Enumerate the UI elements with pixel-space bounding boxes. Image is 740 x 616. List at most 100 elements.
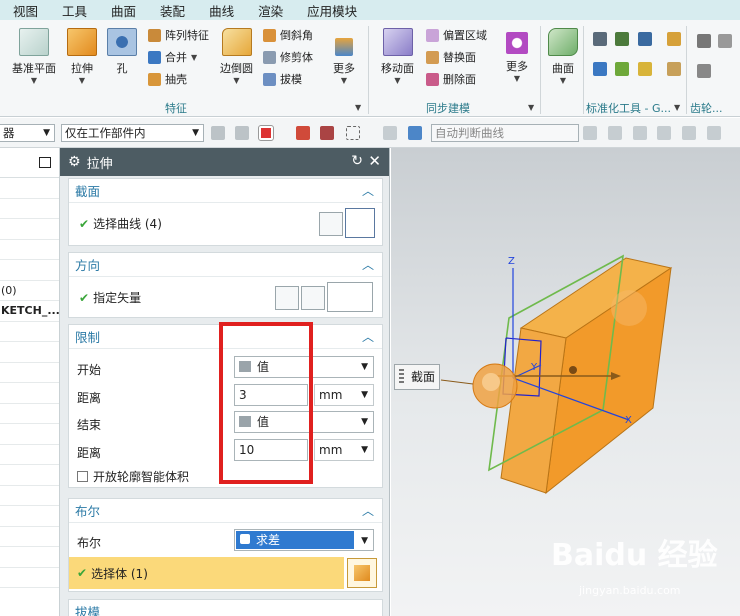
graphics-viewport[interactable]: Z Y X 截面 Baidu 经验 jingyan.baidu.com — [391, 148, 740, 616]
maximize-icon[interactable] — [39, 157, 51, 168]
menu-applications[interactable]: 应用模块 — [294, 1, 368, 20]
std-tool-icon[interactable] — [615, 32, 629, 46]
gear-tool-icon[interactable] — [697, 34, 711, 48]
navigator-row[interactable] — [0, 240, 59, 260]
snap-icon[interactable] — [211, 126, 225, 140]
curve-select-button[interactable] — [345, 208, 375, 238]
offset-region-button[interactable]: 偏置区域 — [426, 26, 487, 44]
trim-body-button[interactable]: 修剪体 — [263, 48, 313, 66]
open-profile-checkbox[interactable] — [77, 471, 88, 482]
snap-icon[interactable] — [633, 126, 647, 140]
surface-button[interactable]: 曲面 ▼ — [548, 28, 578, 85]
menu-curve[interactable]: 曲线 — [196, 1, 245, 20]
boolean-header[interactable]: 布尔 ︿ — [69, 499, 382, 523]
end-unit-select[interactable]: mm ▼ — [314, 439, 374, 461]
navigator-row[interactable] — [0, 342, 59, 363]
pattern-feature-button[interactable]: 阵列特征 — [148, 26, 209, 44]
navigator-row[interactable] — [0, 383, 59, 404]
sync-more-button[interactable]: 更多 ▼ — [506, 32, 528, 83]
navigator-row[interactable] — [0, 486, 59, 506]
gear-icon[interactable]: ⚙ — [68, 154, 81, 170]
std-tool-icon[interactable] — [593, 32, 607, 46]
select-body-button[interactable] — [347, 558, 377, 588]
feature-more-button[interactable]: 更多 ▼ — [333, 38, 355, 85]
menu-render[interactable]: 渲染 — [245, 1, 294, 20]
vector-type-select[interactable] — [327, 282, 373, 312]
navigator-row[interactable] — [0, 424, 59, 445]
snap-icon[interactable] — [320, 126, 334, 140]
navigator-row[interactable]: KETCH_... — [0, 301, 59, 322]
point-snap-icon[interactable] — [258, 125, 274, 141]
menu-tools[interactable]: 工具 — [49, 1, 98, 20]
type-filter-select[interactable]: 器 ▼ — [0, 124, 55, 142]
sketch-section-button[interactable] — [319, 212, 343, 236]
delete-face-button[interactable]: 删除面 — [426, 70, 476, 88]
gear-tool-icon[interactable] — [718, 34, 732, 48]
boolean-type-select[interactable]: 求差 ▼ — [234, 529, 374, 551]
navigator-row[interactable] — [0, 322, 59, 342]
navigator-row[interactable] — [0, 568, 59, 588]
reverse-direction-button[interactable] — [275, 286, 299, 310]
snap-icon[interactable] — [383, 126, 397, 140]
group-expand-icon[interactable]: ▼ — [674, 103, 680, 112]
std-tool-icon[interactable] — [615, 62, 629, 76]
navigator-row[interactable] — [0, 465, 59, 486]
move-face-button[interactable]: 移动面 ▼ — [381, 28, 414, 85]
snap-icon[interactable] — [657, 126, 671, 140]
close-icon[interactable]: ✕ — [368, 152, 381, 170]
navigator-row[interactable] — [0, 547, 59, 568]
open-profile-row[interactable]: 开放轮廓智能体积 — [77, 468, 189, 485]
navigator-row[interactable] — [0, 199, 59, 219]
start-unit-select[interactable]: mm ▼ — [314, 384, 374, 406]
chevron-up-icon[interactable]: ︿ — [362, 256, 374, 273]
vector-dialog-button[interactable] — [301, 286, 325, 310]
std-tool-icon[interactable] — [667, 32, 681, 46]
shell-button[interactable]: 抽壳 — [148, 70, 187, 88]
chevron-up-icon[interactable]: ︿ — [362, 182, 374, 199]
navigator-row[interactable] — [0, 404, 59, 424]
menu-view[interactable]: 视图 — [0, 1, 49, 20]
snap-icon[interactable] — [707, 126, 721, 140]
navigator-row[interactable] — [0, 363, 59, 383]
std-tool-icon[interactable] — [638, 62, 652, 76]
curve-rule-select[interactable]: 自动判断曲线 — [431, 124, 579, 142]
snap-icon[interactable] — [682, 126, 696, 140]
navigator-row[interactable] — [0, 506, 59, 527]
group-expand-icon[interactable]: ▼ — [355, 103, 361, 112]
snap-icon[interactable] — [296, 126, 310, 140]
datum-plane-button[interactable]: 基准平面 ▼ — [12, 28, 56, 85]
reset-icon[interactable]: ↻ — [351, 153, 363, 169]
navigator-row[interactable] — [0, 178, 59, 199]
std-tool-icon[interactable] — [593, 62, 607, 76]
snap-icon[interactable] — [583, 126, 597, 140]
chevron-up-icon[interactable]: ︿ — [362, 502, 374, 519]
navigator-row[interactable]: (0) — [0, 281, 59, 301]
box-select-icon[interactable] — [346, 126, 360, 140]
menu-surface[interactable]: 曲面 — [98, 1, 147, 20]
edge-blend-button[interactable]: 边倒圆 ▼ — [220, 28, 253, 85]
snap-icon[interactable] — [608, 126, 622, 140]
group-expand-icon[interactable]: ▼ — [528, 103, 534, 112]
navigator-row[interactable] — [0, 527, 59, 547]
menu-assembly[interactable]: 装配 — [147, 1, 196, 20]
section-tag[interactable]: 截面 — [394, 364, 440, 390]
chevron-up-icon[interactable]: ︿ — [362, 328, 374, 345]
hole-button[interactable]: 孔 — [107, 28, 137, 76]
std-tool-icon[interactable] — [638, 32, 652, 46]
std-tool-icon[interactable] — [667, 62, 681, 76]
extrude-button[interactable]: 拉伸 ▼ — [67, 28, 97, 85]
section-header[interactable]: 截面 ︿ — [69, 179, 382, 203]
snap-icon[interactable] — [408, 126, 422, 140]
select-body-row[interactable]: ✔ 选择体 (1) — [69, 557, 344, 589]
snap-icon[interactable] — [235, 126, 249, 140]
unite-button[interactable]: 合并 ▼ — [148, 48, 197, 66]
navigator-row[interactable] — [0, 219, 59, 240]
draft-button[interactable]: 拔模 — [263, 70, 302, 88]
replace-face-button[interactable]: 替换面 — [426, 48, 476, 66]
selection-scope-select[interactable]: 仅在工作部件内 ▼ — [61, 124, 204, 142]
navigator-row[interactable] — [0, 260, 59, 281]
navigator-row[interactable] — [0, 445, 59, 465]
specify-vector-row[interactable]: ✔ 指定矢量 — [79, 289, 141, 306]
chamfer-button[interactable]: 倒斜角 — [263, 26, 313, 44]
draft-header[interactable]: 拔模 — [69, 600, 382, 616]
